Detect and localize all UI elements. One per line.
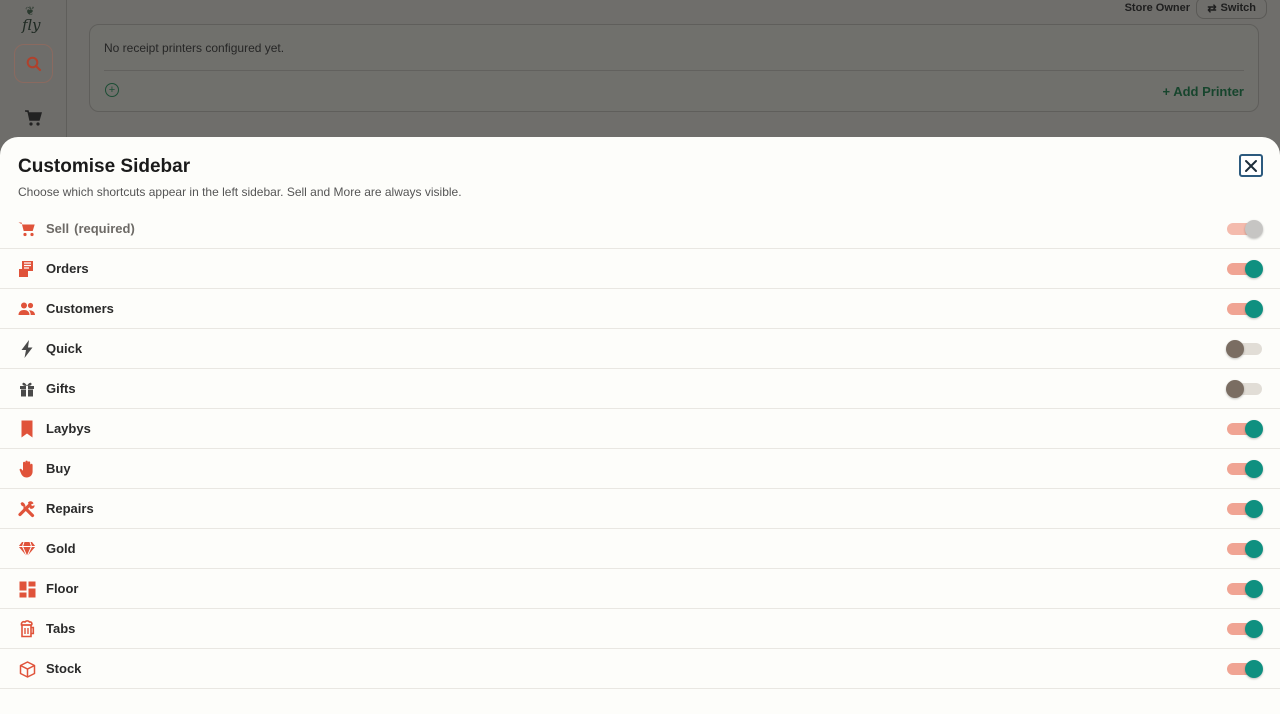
shortcut-row-gold: Gold bbox=[0, 529, 1280, 569]
close-icon bbox=[1245, 159, 1257, 172]
tools-icon bbox=[18, 500, 36, 518]
shortcut-row-quick: Quick bbox=[0, 329, 1280, 369]
shortcut-row-buy: Buy bbox=[0, 449, 1280, 489]
switch-user-button[interactable]: ⇄ Switch bbox=[1196, 0, 1267, 19]
shortcut-list: Sell (required) Orders Customers Quick G… bbox=[0, 209, 1280, 689]
cart-icon bbox=[18, 220, 36, 238]
bookmark-icon bbox=[18, 420, 36, 438]
printers-card: No receipt printers configured yet. + + … bbox=[89, 24, 1259, 112]
toggle-orders[interactable] bbox=[1226, 260, 1263, 278]
shortcut-label: Tabs bbox=[46, 621, 76, 636]
brand-logo: ❦ fly bbox=[19, 4, 47, 36]
toggle-gifts[interactable] bbox=[1226, 380, 1263, 398]
cart-icon bbox=[25, 110, 42, 126]
brand-name: fly bbox=[22, 16, 41, 34]
shortcut-row-gifts: Gifts bbox=[0, 369, 1280, 409]
shortcut-label: Repairs bbox=[46, 501, 94, 516]
bolt-icon bbox=[18, 340, 36, 358]
shortcut-row-customers: Customers bbox=[0, 289, 1280, 329]
shortcut-label: Buy bbox=[46, 461, 71, 476]
printers-empty-message: No receipt printers configured yet. bbox=[104, 41, 285, 55]
shortcut-label: Laybys bbox=[46, 421, 91, 436]
gem-icon bbox=[18, 540, 36, 558]
user-role-label: Store Owner bbox=[1124, 2, 1190, 14]
search-icon bbox=[26, 56, 41, 71]
toggle-customers[interactable] bbox=[1226, 300, 1263, 318]
shortcut-label: Gold bbox=[46, 541, 76, 556]
toggle-laybys[interactable] bbox=[1226, 420, 1263, 438]
shortcut-row-floor: Floor bbox=[0, 569, 1280, 609]
customise-sidebar-sheet: Customise Sidebar Choose which shortcuts… bbox=[0, 137, 1280, 714]
sheet-title: Customise Sidebar bbox=[18, 156, 191, 177]
shortcut-row-tabs: Tabs bbox=[0, 609, 1280, 649]
shortcut-label: Orders bbox=[46, 261, 89, 276]
shortcut-label: Customers bbox=[46, 301, 114, 316]
shortcut-label: Stock bbox=[46, 661, 82, 676]
shortcut-label: Gifts bbox=[46, 381, 76, 396]
toggle-gold[interactable] bbox=[1226, 540, 1263, 558]
search-button[interactable] bbox=[14, 44, 53, 83]
receipt-icon bbox=[18, 260, 36, 278]
shortcut-row-sell: Sell (required) bbox=[0, 209, 1280, 249]
shortcut-row-stock: Stock bbox=[0, 649, 1280, 689]
grid-icon bbox=[18, 580, 36, 598]
shortcut-row-repairs: Repairs bbox=[0, 489, 1280, 529]
close-button[interactable] bbox=[1239, 154, 1263, 177]
hand-icon bbox=[18, 460, 36, 478]
required-note: (required) bbox=[74, 221, 135, 236]
toggle-tabs[interactable] bbox=[1226, 620, 1263, 638]
toggle-quick[interactable] bbox=[1226, 340, 1263, 358]
toggle-sell bbox=[1226, 220, 1263, 238]
beer-mug-icon bbox=[18, 620, 36, 638]
toggle-floor[interactable] bbox=[1226, 580, 1263, 598]
shortcut-label: Quick bbox=[46, 341, 83, 356]
shortcut-label: Floor bbox=[46, 581, 79, 596]
add-printer-button[interactable]: + Add Printer bbox=[1162, 84, 1244, 99]
shortcut-row-orders: Orders bbox=[0, 249, 1280, 289]
sheet-subtitle: Choose which shortcuts appear in the lef… bbox=[18, 185, 462, 199]
sidebar-item-sell[interactable] bbox=[24, 110, 42, 131]
people-icon bbox=[18, 300, 36, 318]
card-divider bbox=[104, 70, 1244, 71]
toggle-stock[interactable] bbox=[1226, 660, 1263, 678]
switch-label: Switch bbox=[1220, 2, 1256, 14]
add-circle-icon[interactable]: + bbox=[105, 83, 119, 97]
gift-icon bbox=[18, 380, 36, 398]
shortcut-row-laybys: Laybys bbox=[0, 409, 1280, 449]
box-icon bbox=[18, 660, 36, 678]
shortcut-label: Sell (required) bbox=[46, 221, 135, 236]
toggle-repairs[interactable] bbox=[1226, 500, 1263, 518]
toggle-buy[interactable] bbox=[1226, 460, 1263, 478]
swap-icon: ⇄ bbox=[1207, 2, 1217, 15]
